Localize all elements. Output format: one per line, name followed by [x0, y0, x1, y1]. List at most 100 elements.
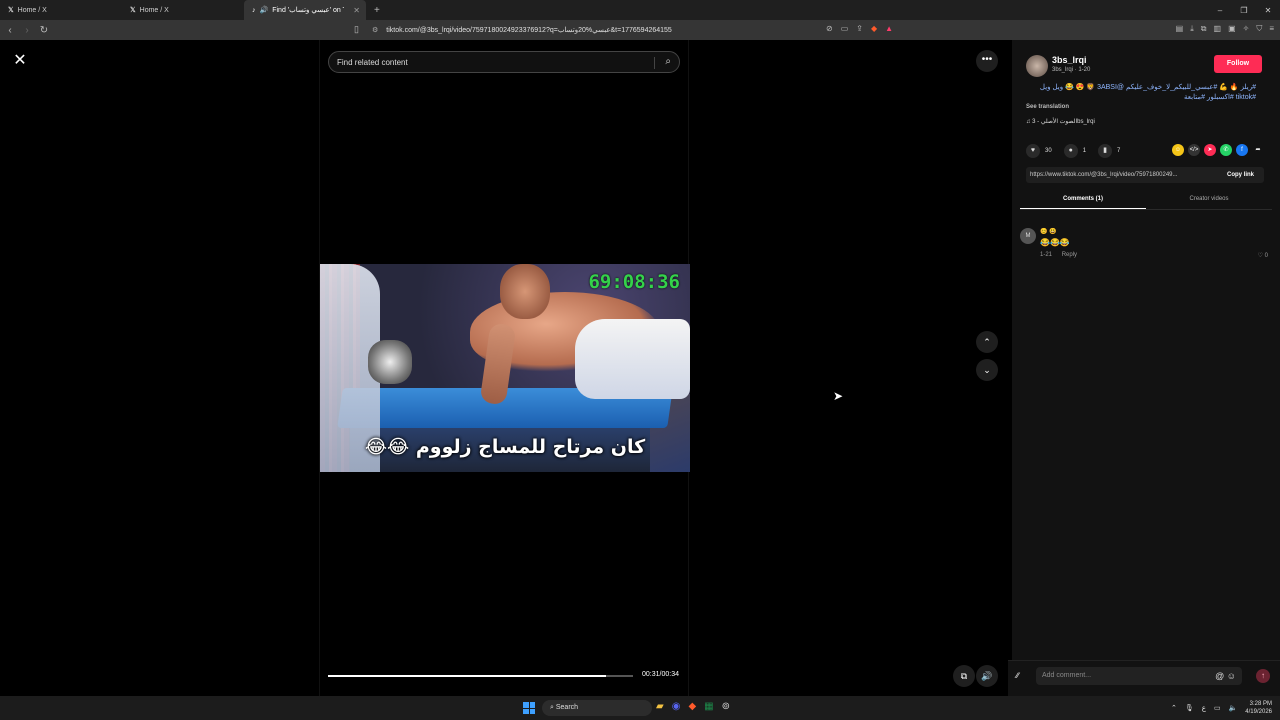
tab-comments[interactable]: Comments (1) [1020, 190, 1146, 209]
browser-tab-1[interactable]: 𝕏 Home / X [0, 0, 122, 20]
vpn-icon[interactable]: ⛉ [1256, 24, 1262, 34]
back-icon[interactable]: ‹ [3, 25, 17, 36]
network-icon[interactable]: ▭ [1214, 704, 1221, 712]
video-time: 00:31/00:34 [642, 671, 679, 678]
media-icon[interactable]: ⊘ [826, 24, 833, 33]
new-tab-button[interactable]: + [366, 5, 388, 16]
music-info[interactable]: ♫ الصوت الأصلي - 3bs_lrqi [1026, 118, 1095, 125]
mic-icon[interactable]: 🎙 [1185, 704, 1194, 712]
more-options-button[interactable]: ••• [976, 50, 998, 72]
wallet-icon[interactable]: ▣ [1228, 24, 1236, 34]
comment-stat[interactable]: ● 1 [1063, 144, 1087, 158]
previous-video-button[interactable]: ⌃ [976, 331, 998, 353]
close-video-button[interactable]: ✕ [10, 51, 30, 71]
volume-icon[interactable]: 🔈 [1229, 704, 1238, 712]
minimize-icon[interactable]: – [1208, 6, 1232, 15]
heart-outline-icon: ♡ [1257, 253, 1263, 259]
comment-avatar[interactable]: M [1020, 228, 1036, 244]
ai-icon[interactable]: ∕∕ [1016, 671, 1019, 680]
divider [654, 57, 655, 69]
share-icons: ☺ </> ➤ ✆ f ➦ [1172, 144, 1264, 156]
leo-icon[interactable]: ✧ [1243, 24, 1250, 34]
restore-icon[interactable]: ❐ [1232, 6, 1256, 15]
discord-icon[interactable]: ◉ [672, 701, 681, 712]
whatsapp-icon[interactable]: ✆ [1220, 144, 1232, 156]
video-link-field[interactable]: https://www.tiktok.com/@3bs_lrqi/video/7… [1026, 167, 1264, 183]
windows-taskbar: ⌕ Search ▰ ◉ ◆ ▦ ⊚ ⌃ 🎙 ع ▭ 🔈 3:28 PM 4/1… [0, 696, 1280, 720]
creator-subline: 3bs_lrqi · 1-20 [1052, 67, 1091, 73]
download-icon[interactable]: ⤓ [1190, 24, 1194, 34]
description-line-2[interactable]: #tiktok #اكسبلور #متابعة [1026, 93, 1256, 103]
bookmark-icon[interactable]: ▯ [354, 24, 359, 35]
copy-link-button[interactable]: Copy link [1227, 167, 1254, 183]
comment-icon: ● [1063, 144, 1078, 158]
video-link-text: https://www.tiktok.com/@3bs_lrqi/video/7… [1030, 172, 1178, 178]
mention-emoji-icons[interactable]: @ ☺ [1215, 667, 1236, 685]
video-player[interactable]: Find related content ⌕ 69:08:36 كان مرتا… [319, 40, 690, 696]
see-translation-link[interactable]: See translation [1026, 104, 1069, 110]
share-arrow-icon[interactable]: ➦ [1252, 144, 1264, 156]
menu-icon[interactable]: ≡ [1269, 24, 1274, 34]
tab-label: Home / X [139, 6, 169, 14]
tiktok-icon: ♪ [252, 6, 256, 14]
site-info-icon[interactable]: ⚙ [372, 26, 378, 34]
browser-tab-3-active[interactable]: ♪ 🔊 Find 'عبسي وتساب' on TikTok ✕ [244, 0, 366, 20]
save-stat[interactable]: ▮ 7 [1098, 144, 1120, 158]
brave-shield-icon[interactable]: ◆ [871, 24, 877, 33]
address-bar: ‹ › ↻ ▯ ⚙ tiktok.com/@3bs_lrqi/video/759… [0, 20, 1280, 40]
video-progress-fill [328, 675, 606, 677]
excel-icon[interactable]: ▦ [704, 701, 713, 712]
reload-icon[interactable]: ↻ [37, 25, 51, 36]
forward-icon[interactable]: › [20, 25, 34, 36]
cast-icon[interactable]: ▭ [841, 24, 849, 33]
description-line-1[interactable]: #ريلز 🔥 💪 #عبسي_للبيكم_لا_خوف_عليكم @3AB… [1026, 83, 1256, 93]
taskbar-search-label: Search [555, 704, 579, 711]
toolbar-icons: ▤ ⤓ ⧉ ▥ ▣ ✧ ⛉ ≡ [1176, 24, 1274, 34]
emoji-share-icon[interactable]: ☺ [1172, 144, 1184, 156]
taskbar-clock[interactable]: 3:28 PM 4/19/2026 [1245, 700, 1272, 716]
reply-button[interactable]: Reply [1062, 252, 1077, 258]
taskbar-search[interactable]: ⌕ Search [542, 700, 652, 716]
extensions-icon[interactable]: ⧉ [1201, 24, 1207, 34]
x-logo-icon: 𝕏 [8, 7, 14, 14]
reader-icon[interactable]: ▤ [1176, 24, 1184, 34]
tab-creator-videos[interactable]: Creator videos [1146, 190, 1272, 209]
like-stat[interactable]: ♥ 30 [1026, 144, 1052, 158]
add-comment-input[interactable]: Add comment... @ ☺ [1036, 667, 1242, 685]
next-video-button[interactable]: ⌄ [976, 359, 998, 381]
tab-label: Find 'عبسي وتساب' on TikTok [272, 7, 344, 14]
tray-chevron-icon[interactable]: ⌃ [1171, 704, 1177, 712]
facebook-icon[interactable]: f [1236, 144, 1248, 156]
windows-start-icon[interactable] [523, 702, 535, 714]
follow-button[interactable]: Follow [1214, 55, 1262, 73]
embed-icon[interactable]: </> [1188, 144, 1200, 156]
comment-count: 1 [1082, 148, 1087, 154]
browser-tab-2[interactable]: 𝕏 Home / X [122, 0, 244, 20]
brave-rewards-icon[interactable]: ▲ [885, 24, 893, 33]
send-comment-button[interactable]: ↑ [1256, 669, 1270, 683]
video-overlay-timer: 69:08:36 [588, 271, 680, 293]
language-icon[interactable]: ع [1202, 704, 1206, 712]
close-window-icon[interactable]: ✕ [1256, 6, 1280, 15]
comment-like[interactable]: ♡ 0 [1258, 252, 1268, 259]
floating-player-button[interactable]: ⧉ [953, 665, 975, 687]
add-comment-bar: ∕∕ Add comment... @ ☺ ↑ [1008, 660, 1280, 696]
share-icon[interactable]: ⇪ [856, 24, 863, 33]
avatar[interactable] [1026, 55, 1048, 77]
comment-username[interactable]: 😊 😃 [1040, 228, 1057, 235]
creator-username[interactable]: 3bs_lrqi [1052, 55, 1087, 65]
browser-tab-bar: 𝕏 Home / X 𝕏 Home / X ♪ 🔊 Find 'عبسي وتس… [0, 0, 1280, 20]
search-icon[interactable]: ⌕ [665, 56, 671, 67]
clock-date: 4/19/2026 [1245, 709, 1272, 715]
file-explorer-icon[interactable]: ▰ [656, 701, 664, 712]
video-caption: كان مرتاح للمساج زلووم 😂😂 [364, 436, 646, 458]
close-tab-icon[interactable]: ✕ [353, 6, 360, 15]
related-search-input[interactable]: Find related content ⌕ [328, 51, 680, 73]
app-icon[interactable]: ⊚ [722, 701, 730, 712]
brave-browser-icon[interactable]: ◆ [688, 701, 696, 712]
video-frame[interactable]: 69:08:36 كان مرتاح للمساج زلووم 😂😂 [320, 264, 690, 472]
sidebar-icon[interactable]: ▥ [1214, 24, 1222, 34]
send-to-friends-icon[interactable]: ➤ [1204, 144, 1216, 156]
volume-button[interactable]: 🔊 [976, 665, 998, 687]
video-progress-bar[interactable] [328, 675, 633, 677]
